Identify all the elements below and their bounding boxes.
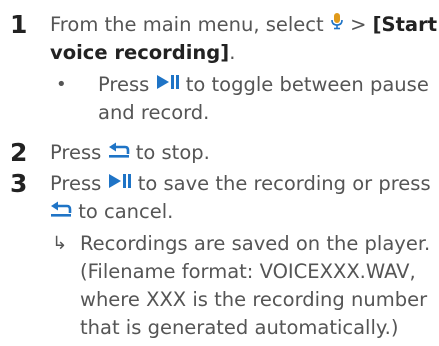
step-prefix: Press <box>50 172 102 195</box>
step-number: 1 <box>10 10 28 39</box>
step-3-line-1: Press to save the recording or press <box>50 171 431 198</box>
menu-item-name: [Start <box>372 13 438 36</box>
step-number: 2 <box>10 138 28 167</box>
step-punctuation: . <box>229 41 236 64</box>
step-1-line-1: From the main menu, select > [Start <box>50 12 437 39</box>
step-text: to cancel. <box>78 200 174 223</box>
step-number: 3 <box>10 169 28 198</box>
bullet-symbol: • <box>56 74 67 95</box>
result-line: (Filename format: VOICEXXX.WAV, <box>80 260 416 283</box>
instruction-document: 1 From the main menu, select > [Start vo… <box>0 0 439 346</box>
result-line: where XXX is the recording number <box>80 288 428 311</box>
back-icon <box>50 198 72 224</box>
bullet-prefix: Press <box>98 73 150 96</box>
bullet-text: to toggle between pause <box>185 73 429 96</box>
play-pause-icon <box>156 71 180 97</box>
step-prefix: Press <box>50 141 102 164</box>
menu-item-name-cont: voice recording] <box>50 41 230 64</box>
microphone-icon <box>330 11 344 37</box>
step-1-line-2: voice recording]. <box>50 40 235 66</box>
bullet-line-2: and record. <box>98 101 210 124</box>
step-text: to save the recording or press <box>137 172 431 195</box>
result-arrow-icon: ↳ <box>52 233 68 254</box>
result-line: that is generated automatically.) <box>80 316 399 339</box>
menu-separator: > <box>350 13 367 36</box>
step-text: to stop. <box>135 141 210 164</box>
play-pause-icon <box>108 170 132 196</box>
result-line: Recordings are saved on the player. <box>80 232 431 255</box>
step-3-line-2: to cancel. <box>50 199 173 226</box>
step-2-line-1: Press to stop. <box>50 140 210 167</box>
step-text: From the main menu, select <box>50 13 324 36</box>
bullet-line-1: Press to toggle between pause <box>98 72 429 99</box>
back-icon <box>108 139 130 165</box>
